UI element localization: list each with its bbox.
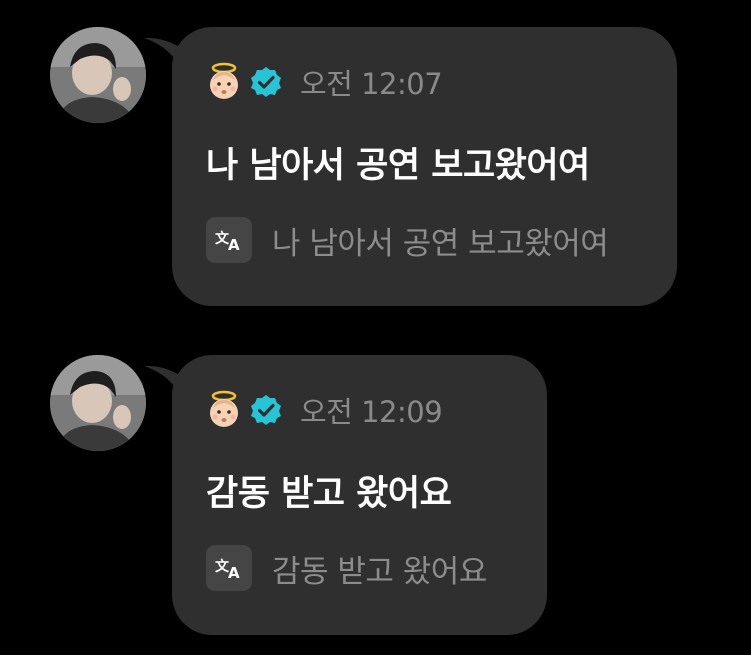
svg-text:A: A	[228, 236, 240, 253]
avatar[interactable]	[50, 27, 146, 123]
angel-baby-emoji-icon	[204, 62, 244, 102]
message-time: 오전 12:09	[300, 395, 443, 429]
angel-baby-emoji-icon	[204, 390, 244, 430]
translation-row[interactable]: 文 A 나 남아서 공연 보고왔어여	[206, 217, 609, 263]
translated-text: 나 남아서 공연 보고왔어여	[272, 225, 609, 262]
translate-icon[interactable]: 文 A	[206, 217, 252, 263]
svg-text:A: A	[228, 564, 240, 581]
avatar[interactable]	[50, 355, 146, 451]
message-meta: 오전 12:09	[204, 388, 443, 432]
translation-row[interactable]: 文 A 감동 받고 왔어요	[206, 545, 487, 591]
verified-badge-icon	[250, 66, 282, 98]
message-item: 오전 12:07 나 남아서 공연 보고왔어여 文 A 나 남아서 공연 보고왔…	[0, 0, 751, 320]
message-text: 감동 받고 왔어요	[206, 474, 452, 514]
message-meta: 오전 12:07	[204, 60, 443, 104]
message-time: 오전 12:07	[300, 67, 443, 101]
verified-badge-icon	[250, 394, 282, 426]
translate-icon[interactable]: 文 A	[206, 545, 252, 591]
translated-text: 감동 받고 왔어요	[272, 553, 487, 590]
message-bubble[interactable]: 오전 12:09 감동 받고 왔어요 文 A 감동 받고 왔어요	[172, 355, 547, 635]
message-item: 오전 12:09 감동 받고 왔어요 文 A 감동 받고 왔어요	[0, 326, 751, 646]
message-bubble[interactable]: 오전 12:07 나 남아서 공연 보고왔어여 文 A 나 남아서 공연 보고왔…	[172, 27, 677, 306]
message-text: 나 남아서 공연 보고왔어여	[206, 146, 590, 186]
